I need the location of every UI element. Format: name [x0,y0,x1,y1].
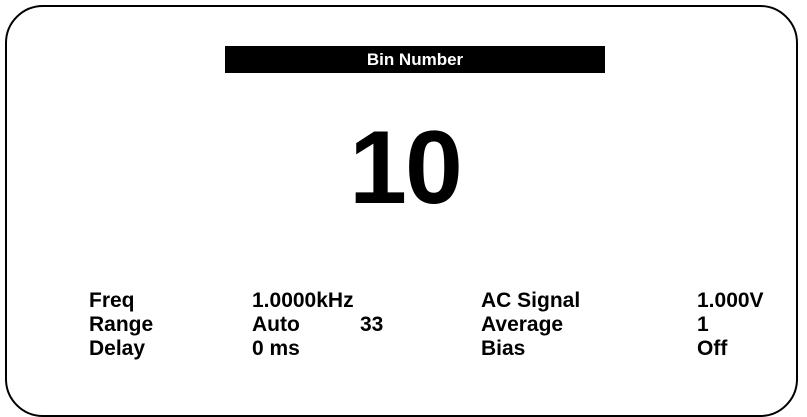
parameter-table: Freq 1.0000kHz AC Signal 1.000V Range Au… [0,289,807,361]
parameter-row-2: Range Auto 33 Average 1 [0,313,807,337]
ac-signal-value: 1.000V [697,289,764,312]
range-label: Range [89,313,154,336]
average-label: Average [481,313,564,336]
ac-signal-label: AC Signal [481,289,581,312]
range-value: Auto [252,313,300,336]
bias-label: Bias [481,337,526,360]
delay-label: Delay [89,337,146,360]
freq-label: Freq [89,289,135,312]
average-value: 1 [697,313,709,336]
freq-value: 1.0000kHz [252,289,354,312]
parameter-row-1: Freq 1.0000kHz AC Signal 1.000V [0,289,807,313]
range-extra-value: 33 [360,313,384,336]
page-title: Bin Number [225,46,605,73]
delay-value: 0 ms [252,337,300,360]
parameter-row-3: Delay 0 ms Bias Off [0,337,807,361]
bias-value: Off [697,337,728,360]
bin-number-value: 10 [349,110,463,226]
